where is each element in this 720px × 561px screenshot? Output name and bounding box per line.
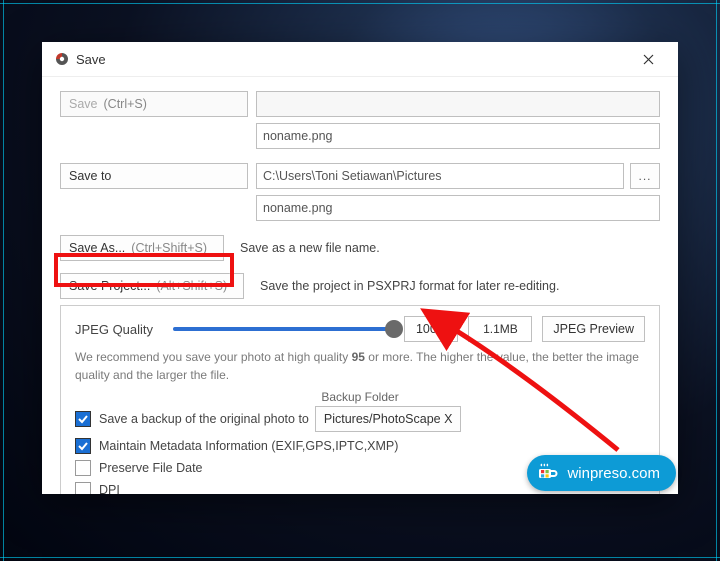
watermark-badge: winpreso.com bbox=[527, 455, 676, 491]
jpeg-help-text: We recommend you save your photo at high… bbox=[75, 348, 645, 384]
jpeg-quality-slider[interactable] bbox=[173, 319, 394, 339]
titlebar: Save bbox=[42, 42, 678, 77]
filename-field-1[interactable]: noname.png bbox=[256, 123, 660, 149]
metadata-checkbox[interactable] bbox=[75, 438, 91, 454]
help-text-pre: We recommend you save your photo at high… bbox=[75, 350, 352, 364]
check-icon bbox=[77, 413, 89, 425]
backup-folder-header: Backup Folder bbox=[75, 390, 645, 404]
save-as-shortcut: (Ctrl+Shift+S) bbox=[131, 241, 207, 255]
jpeg-quality-label: JPEG Quality bbox=[75, 322, 163, 337]
save-project-button[interactable]: Save Project... (Alt+Shift+S) bbox=[60, 273, 244, 299]
jpeg-preview-button[interactable]: JPEG Preview bbox=[542, 316, 645, 342]
cup-icon bbox=[535, 461, 559, 485]
save-path-field-disabled bbox=[256, 91, 660, 117]
save-button-shortcut: (Ctrl+S) bbox=[104, 97, 147, 111]
preserve-date-checkbox[interactable] bbox=[75, 460, 91, 476]
metadata-label: Maintain Metadata Information (EXIF,GPS,… bbox=[99, 439, 398, 453]
stepper-arrows[interactable]: ▲ ▼ bbox=[443, 323, 453, 335]
chevron-down-icon[interactable]: ▼ bbox=[443, 329, 453, 335]
save-as-button[interactable]: Save As... (Ctrl+Shift+S) bbox=[60, 235, 224, 261]
save-as-description: Save as a new file name. bbox=[240, 241, 380, 255]
save-project-label: Save Project... bbox=[69, 279, 150, 293]
backup-label: Save a backup of the original photo to bbox=[99, 412, 309, 426]
watermark-text: winpreso.com bbox=[567, 465, 660, 482]
dpi-checkbox[interactable] bbox=[75, 482, 91, 494]
preserve-date-label: Preserve File Date bbox=[99, 461, 203, 475]
help-text-bold: 95 bbox=[352, 350, 365, 364]
save-project-shortcut: (Alt+Shift+S) bbox=[156, 279, 227, 293]
slider-thumb[interactable] bbox=[385, 320, 403, 338]
dpi-label: DPI bbox=[99, 483, 120, 494]
window-title: Save bbox=[76, 52, 106, 67]
save-project-description: Save the project in PSXPRJ format for la… bbox=[260, 279, 559, 293]
save-to-path-field[interactable]: C:\Users\Toni Setiawan\Pictures bbox=[256, 163, 624, 189]
app-icon bbox=[54, 51, 70, 67]
browse-button[interactable]: ... bbox=[630, 163, 660, 189]
save-as-label: Save As... bbox=[69, 241, 125, 255]
save-dialog: Save Save (Ctrl+S) noname.png Save to bbox=[42, 42, 678, 494]
backup-folder-button[interactable]: Pictures/PhotoScape X bbox=[315, 406, 462, 432]
save-button-label: Save bbox=[69, 97, 98, 111]
backup-checkbox[interactable] bbox=[75, 411, 91, 427]
save-to-button[interactable]: Save to bbox=[60, 163, 248, 189]
close-icon bbox=[643, 54, 654, 65]
jpeg-quality-value: 100 bbox=[409, 322, 443, 336]
check-icon bbox=[77, 440, 89, 452]
filename-field-2[interactable]: noname.png bbox=[256, 195, 660, 221]
jpeg-quality-stepper[interactable]: 100 ▲ ▼ bbox=[404, 316, 458, 342]
save-to-label: Save to bbox=[69, 169, 111, 183]
jpeg-size-readout: 1.1MB bbox=[468, 316, 532, 342]
save-button[interactable]: Save (Ctrl+S) bbox=[60, 91, 248, 117]
save-as-row: Save As... (Ctrl+Shift+S) Save as a new … bbox=[60, 235, 660, 261]
close-button[interactable] bbox=[628, 44, 668, 74]
